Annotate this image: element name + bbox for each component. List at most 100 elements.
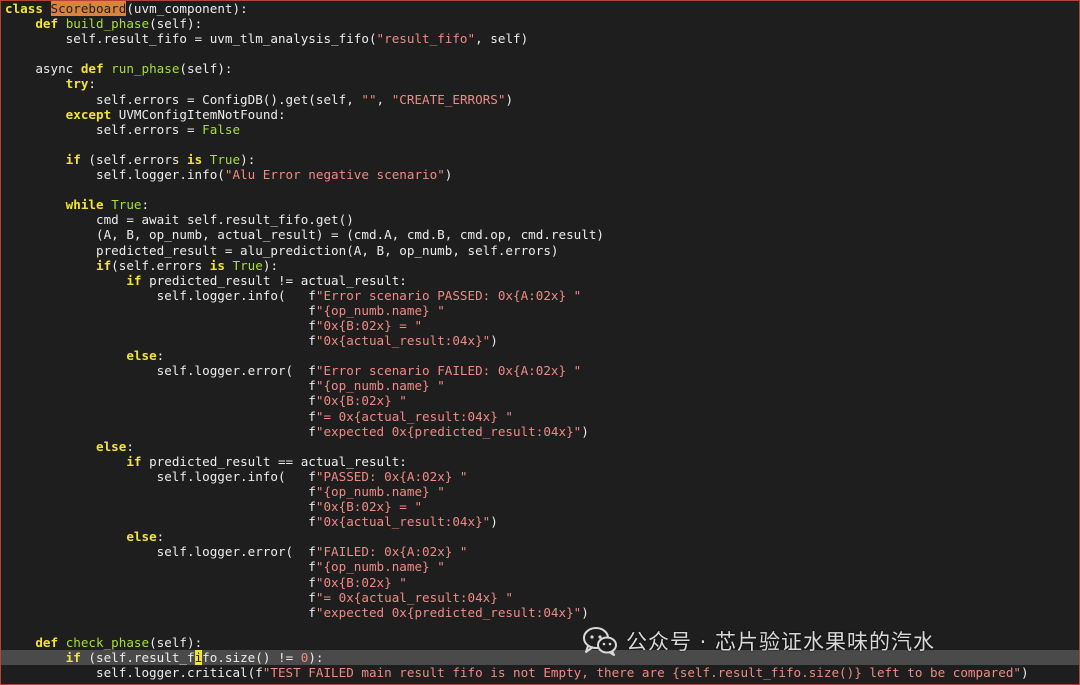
code-editor[interactable]: class Scoreboard(uvm_component): def bui… — [0, 0, 1080, 685]
code-string: "0x{actual_result:04x}" — [315, 514, 491, 530]
code-string: "" — [361, 91, 377, 107]
code-text: ) — [505, 91, 514, 107]
code-line[interactable]: self.logger.info("Alu Error negative sce… — [5, 167, 1079, 182]
code-keyword: while — [65, 197, 104, 213]
code-line[interactable]: if (self.errors is True): — [5, 152, 1079, 167]
code-line[interactable]: self.logger.info( f"Error scenario PASSE… — [5, 288, 1079, 303]
code-line[interactable]: self.logger.critical(f"TEST FAILED main … — [5, 665, 1079, 680]
code-line[interactable]: try: — [5, 76, 1079, 91]
code-line[interactable] — [5, 182, 1079, 197]
code-line[interactable]: (A, B, op_numb, actual_result) = (cmd.A,… — [5, 227, 1079, 242]
code-text: ) — [444, 167, 453, 183]
code-keyword: if — [96, 257, 112, 273]
code-line[interactable]: else: — [5, 348, 1079, 363]
code-text: self.logger.info( f — [5, 287, 316, 303]
code-text: : — [156, 348, 165, 364]
code-keyword: is — [187, 151, 203, 167]
code-line[interactable]: f"0x{actual_result:04x}") — [5, 514, 1079, 529]
code-text: f — [5, 333, 316, 349]
code-text: (self.errors — [80, 151, 187, 167]
code-line[interactable]: f"0x{B:02x} " — [5, 575, 1079, 590]
code-line[interactable]: self.errors = False — [5, 122, 1079, 137]
code-line[interactable]: f"expected 0x{predicted_result:04x}") — [5, 605, 1079, 620]
code-line[interactable]: self.logger.error( f"Error scenario FAIL… — [5, 363, 1079, 378]
code-string: "CREATE_ERRORS" — [391, 91, 506, 107]
code-text: predicted_result == actual_result: — [141, 453, 407, 469]
code-line[interactable]: f"= 0x{actual_result:04x} " — [5, 590, 1079, 605]
code-string: "FAILED: 0x{A:02x} " — [315, 544, 468, 560]
code-string: "result_fifo" — [376, 31, 476, 47]
code-line[interactable] — [5, 46, 1079, 61]
code-text: f — [5, 408, 316, 424]
code-text: ): — [308, 650, 324, 666]
code-text: self.errors = ConfigDB().get(self, — [5, 91, 362, 107]
code-keyword: if — [126, 453, 142, 469]
code-line[interactable]: if predicted_result != actual_result: — [5, 273, 1079, 288]
code-text: self.logger.info( f — [5, 468, 316, 484]
code-line[interactable]: else: — [5, 439, 1079, 454]
code-text: self.logger.critical(f — [5, 665, 263, 681]
code-line[interactable]: self.logger.info( f"PASSED: 0x{A:02x} " — [5, 469, 1079, 484]
code-line[interactable]: f"0x{B:02x} " — [5, 393, 1079, 408]
code-line[interactable]: else: — [5, 529, 1079, 544]
code-line[interactable]: def build_phase(self): — [5, 16, 1079, 31]
code-text: f — [5, 302, 316, 318]
code-function-name: run_phase — [111, 61, 180, 77]
code-line[interactable]: async def run_phase(self): — [5, 61, 1079, 76]
code-constant: True — [111, 197, 142, 213]
code-function-name: check_phase — [65, 634, 150, 650]
code-keyword: is — [209, 257, 225, 273]
code-text: (A, B, op_numb, actual_result) = (cmd.A,… — [5, 227, 604, 243]
code-string: "TEST FAILED main result fifo is not Emp… — [262, 665, 1022, 681]
code-line[interactable]: self.logger.error( f"FAILED: 0x{A:02x} " — [5, 544, 1079, 559]
code-string: "{op_numb.name} " — [315, 302, 445, 318]
code-keyword: if — [65, 650, 81, 666]
code-text: f — [5, 317, 316, 333]
code-line[interactable]: f"0x{B:02x} = " — [5, 499, 1079, 514]
code-text: self.logger.error( f — [5, 544, 316, 560]
code-line[interactable]: f"0x{B:02x} = " — [5, 318, 1079, 333]
code-text: (self): — [149, 634, 203, 650]
code-text: ) — [1021, 665, 1029, 681]
code-line[interactable]: while True: — [5, 197, 1079, 212]
wechat-icon — [583, 627, 617, 656]
code-line[interactable]: f"expected 0x{predicted_result:04x}") — [5, 424, 1079, 439]
code-line[interactable]: cmd = await self.result_fifo.get() — [5, 212, 1079, 227]
code-line[interactable]: f"{op_numb.name} " — [5, 559, 1079, 574]
code-text: , — [376, 91, 392, 107]
code-line[interactable]: self.errors = ConfigDB().get(self, "", "… — [5, 92, 1079, 107]
code-line[interactable] — [5, 137, 1079, 152]
code-text: (self): — [179, 61, 233, 77]
code-line[interactable]: except UVMConfigItemNotFound: — [5, 107, 1079, 122]
code-string: "expected 0x{predicted_result:04x}" — [315, 423, 582, 439]
watermark: 公众号 · 芯片验证水果味的汽水 — [582, 625, 935, 657]
code-text: ) — [581, 604, 589, 620]
code-line[interactable]: self.result_fifo = uvm_tlm_analysis_fifo… — [5, 31, 1079, 46]
code-line[interactable]: f"{op_numb.name} " — [5, 303, 1079, 318]
code-line[interactable]: f"0x{actual_result:04x}") — [5, 333, 1079, 348]
code-lines[interactable]: class Scoreboard(uvm_component): def bui… — [1, 1, 1079, 680]
code-text: ) — [581, 423, 589, 439]
code-keyword: def — [80, 61, 104, 77]
code-text: self.result_fifo = uvm_tlm_analysis_fifo… — [5, 31, 377, 47]
code-string: "= 0x{actual_result:04x} " — [315, 589, 514, 605]
code-text: f — [5, 574, 316, 590]
watermark-text: 公众号 · 芯片验证水果味的汽水 — [626, 630, 936, 654]
code-line[interactable]: if predicted_result == actual_result: — [5, 454, 1079, 469]
code-line[interactable]: if(self.errors is True): — [5, 258, 1079, 273]
code-line[interactable]: f"= 0x{actual_result:04x} " — [5, 409, 1079, 424]
code-line[interactable]: f"{op_numb.name} " — [5, 484, 1079, 499]
code-text: async — [5, 61, 81, 77]
code-line[interactable]: class Scoreboard(uvm_component): — [5, 1, 1079, 16]
code-line[interactable]: predicted_result = alu_prediction(A, B, … — [5, 243, 1079, 258]
code-string: "{op_numb.name} " — [315, 484, 445, 499]
code-line[interactable]: f"{op_numb.name} " — [5, 378, 1079, 393]
